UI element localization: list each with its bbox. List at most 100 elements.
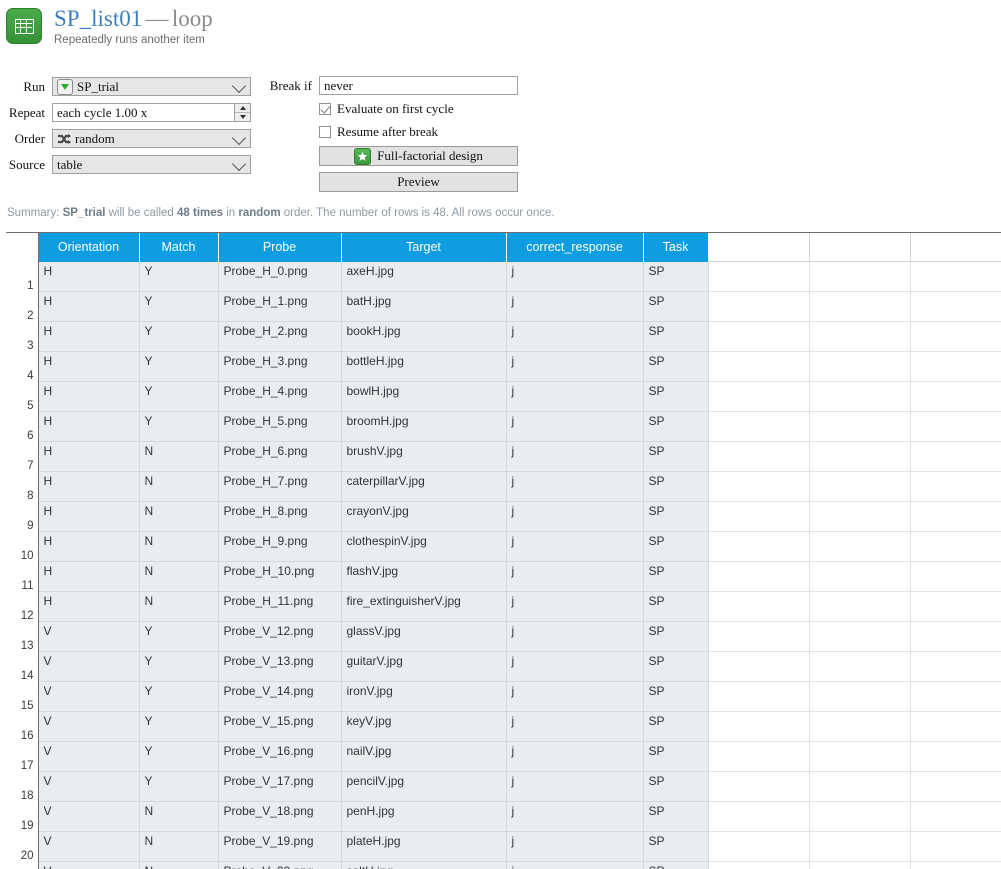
table-cell[interactable]: H bbox=[38, 531, 140, 562]
table-cell[interactable]: Y bbox=[139, 711, 219, 742]
table-cell-empty[interactable] bbox=[809, 381, 911, 412]
table-cell[interactable]: Probe_H_4.png bbox=[218, 381, 342, 412]
table-cell[interactable]: bookH.jpg bbox=[341, 321, 507, 352]
table-row[interactable]: 8 H N Probe_H_7.png caterpillarV.jpg j SP bbox=[6, 471, 1001, 502]
table-cell[interactable]: V bbox=[38, 801, 140, 832]
table-cell[interactable]: V bbox=[38, 831, 140, 862]
row-number[interactable]: 7 bbox=[6, 441, 39, 472]
table-cell-empty[interactable] bbox=[809, 861, 911, 869]
table-cell[interactable]: Probe_H_2.png bbox=[218, 321, 342, 352]
row-number[interactable]: 19 bbox=[6, 801, 39, 832]
table-cell[interactable]: glassV.jpg bbox=[341, 621, 507, 652]
table-cell-empty[interactable] bbox=[809, 471, 911, 502]
loop-table-scroll-area[interactable]: Orientation Match Probe Target correct_respo… bbox=[6, 232, 1001, 869]
spinner-down-icon[interactable] bbox=[235, 113, 250, 121]
table-cell[interactable]: ironV.jpg bbox=[341, 681, 507, 712]
table-cell[interactable]: V bbox=[38, 861, 140, 869]
table-cell-empty[interactable] bbox=[910, 531, 1001, 562]
table-row[interactable]: 12 H N Probe_H_11.png fire_extinguisherV.jpg… bbox=[6, 591, 1001, 622]
table-row[interactable]: 14 V Y Probe_V_13.png guitarV.jpg j SP bbox=[6, 651, 1001, 682]
table-cell-empty[interactable] bbox=[708, 381, 810, 412]
table-row[interactable]: 10 H N Probe_H_9.png clothespinV.jpg j SP bbox=[6, 531, 1001, 562]
column-header-empty[interactable] bbox=[809, 233, 911, 262]
table-cell[interactable]: j bbox=[506, 381, 644, 412]
table-cell[interactable]: j bbox=[506, 561, 644, 592]
table-cell[interactable]: N bbox=[139, 801, 219, 832]
table-cell[interactable]: j bbox=[506, 861, 644, 869]
table-cell-empty[interactable] bbox=[708, 321, 810, 352]
table-cell[interactable]: SP bbox=[643, 561, 709, 592]
table-cell-empty[interactable] bbox=[708, 471, 810, 502]
table-cell[interactable]: SP bbox=[643, 531, 709, 562]
table-cell[interactable]: N bbox=[139, 471, 219, 502]
table-cell-empty[interactable] bbox=[809, 321, 911, 352]
table-row[interactable]: 5 H Y Probe_H_4.png bowlH.jpg j SP bbox=[6, 381, 1001, 412]
table-cell[interactable]: Probe_H_1.png bbox=[218, 291, 342, 322]
table-row[interactable]: 2 H Y Probe_H_1.png batH.jpg j SP bbox=[6, 291, 1001, 322]
table-cell[interactable]: j bbox=[506, 471, 644, 502]
table-cell-empty[interactable] bbox=[809, 831, 911, 862]
table-cell[interactable]: Y bbox=[139, 321, 219, 352]
table-cell[interactable]: bowlH.jpg bbox=[341, 381, 507, 412]
table-cell[interactable]: SP bbox=[643, 351, 709, 382]
table-cell[interactable]: Probe_H_3.png bbox=[218, 351, 342, 382]
table-cell-empty[interactable] bbox=[910, 711, 1001, 742]
row-number[interactable]: 9 bbox=[6, 501, 39, 532]
table-cell-empty[interactable] bbox=[910, 861, 1001, 869]
table-cell[interactable]: H bbox=[38, 351, 140, 382]
table-cell[interactable]: j bbox=[506, 711, 644, 742]
table-cell-empty[interactable] bbox=[910, 321, 1001, 352]
table-cell[interactable]: SP bbox=[643, 801, 709, 832]
table-cell-empty[interactable] bbox=[708, 741, 810, 772]
table-cell-empty[interactable] bbox=[809, 591, 911, 622]
table-row[interactable]: 16 V Y Probe_V_15.png keyV.jpg j SP bbox=[6, 711, 1001, 742]
table-cell[interactable]: V bbox=[38, 621, 140, 652]
table-cell-empty[interactable] bbox=[708, 351, 810, 382]
table-cell-empty[interactable] bbox=[910, 441, 1001, 472]
table-row[interactable]: 6 H Y Probe_H_5.png broomH.jpg j SP bbox=[6, 411, 1001, 442]
table-cell-empty[interactable] bbox=[910, 591, 1001, 622]
table-cell[interactable]: SP bbox=[643, 771, 709, 802]
table-cell-empty[interactable] bbox=[809, 621, 911, 652]
table-cell[interactable]: flashV.jpg bbox=[341, 561, 507, 592]
table-cell-empty[interactable] bbox=[809, 561, 911, 592]
table-cell[interactable]: Probe_V_15.png bbox=[218, 711, 342, 742]
table-cell[interactable]: SP bbox=[643, 411, 709, 442]
table-cell[interactable]: N bbox=[139, 501, 219, 532]
table-cell[interactable]: j bbox=[506, 771, 644, 802]
table-row[interactable]: 7 H N Probe_H_6.png brushV.jpg j SP bbox=[6, 441, 1001, 472]
table-cell[interactable]: j bbox=[506, 351, 644, 382]
table-cell[interactable]: SP bbox=[643, 501, 709, 532]
source-dropdown[interactable]: table bbox=[52, 155, 251, 174]
table-cell[interactable]: j bbox=[506, 261, 644, 292]
table-cell[interactable]: Y bbox=[139, 261, 219, 292]
table-cell-empty[interactable] bbox=[708, 711, 810, 742]
row-number[interactable]: 12 bbox=[6, 591, 39, 622]
table-cell[interactable]: Y bbox=[139, 351, 219, 382]
table-cell[interactable]: SP bbox=[643, 291, 709, 322]
table-cell-empty[interactable] bbox=[708, 831, 810, 862]
table-cell[interactable]: saltH.jpg bbox=[341, 861, 507, 869]
break-if-input[interactable]: never bbox=[319, 76, 518, 95]
column-header-target[interactable]: Target bbox=[341, 233, 507, 262]
table-cell[interactable]: SP bbox=[643, 381, 709, 412]
table-cell[interactable]: penH.jpg bbox=[341, 801, 507, 832]
checkbox-evaluate-on-first-cycle[interactable]: Evaluate on first cycle bbox=[319, 100, 518, 118]
table-cell[interactable]: N bbox=[139, 441, 219, 472]
table-cell[interactable]: N bbox=[139, 561, 219, 592]
table-cell[interactable]: N bbox=[139, 831, 219, 862]
table-cell[interactable]: Probe_H_10.png bbox=[218, 561, 342, 592]
table-cell[interactable]: SP bbox=[643, 261, 709, 292]
column-header-probe[interactable]: Probe bbox=[218, 233, 342, 262]
table-cell[interactable]: H bbox=[38, 321, 140, 352]
checkbox-resume-after-break[interactable]: Resume after break bbox=[319, 123, 518, 141]
table-cell[interactable]: Probe_H_9.png bbox=[218, 531, 342, 562]
row-number[interactable]: 18 bbox=[6, 771, 39, 802]
table-cell[interactable]: axeH.jpg bbox=[341, 261, 507, 292]
table-cell[interactable]: Y bbox=[139, 621, 219, 652]
table-cell[interactable]: j bbox=[506, 291, 644, 322]
table-cell[interactable]: Probe_V_18.png bbox=[218, 801, 342, 832]
table-cell[interactable]: Probe_V_16.png bbox=[218, 741, 342, 772]
table-cell[interactable]: H bbox=[38, 381, 140, 412]
table-cell-empty[interactable] bbox=[809, 651, 911, 682]
